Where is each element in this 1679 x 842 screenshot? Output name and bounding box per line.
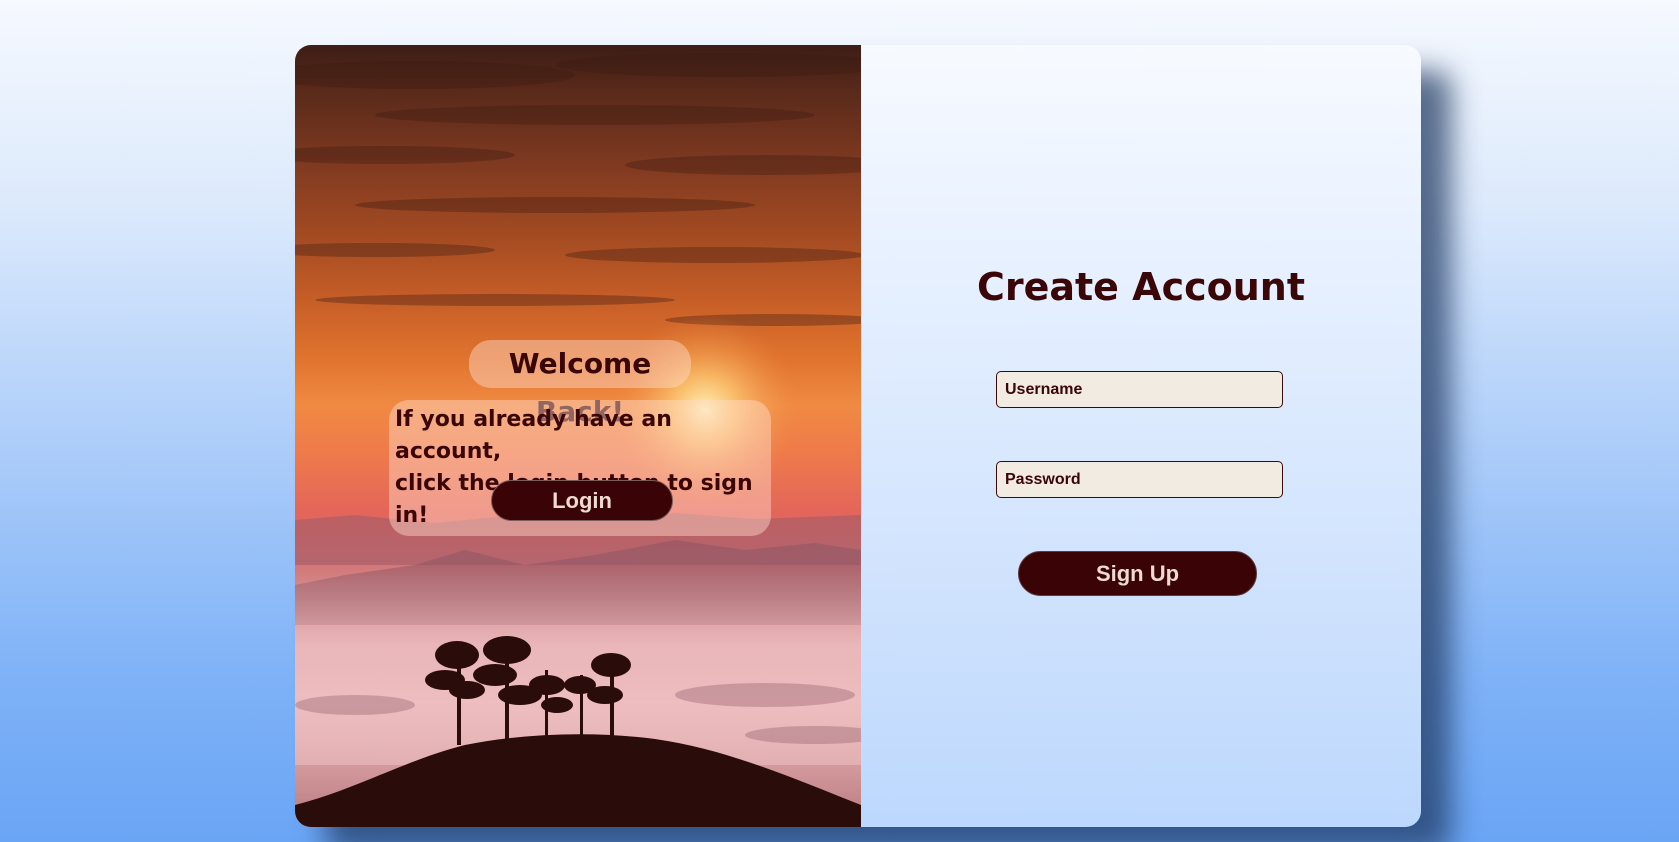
username-input[interactable] bbox=[996, 371, 1283, 408]
welcome-overlay: Welcome Back! If you already have an acc… bbox=[295, 45, 861, 827]
signup-panel: Create Account Sign Up bbox=[861, 45, 1421, 827]
sign-up-button[interactable]: Sign Up bbox=[1018, 551, 1257, 596]
create-account-heading: Create Account bbox=[976, 265, 1306, 309]
welcome-heading: Welcome Back! bbox=[469, 340, 691, 428]
welcome-message-line-1: If you already have an account, bbox=[395, 407, 672, 464]
login-button[interactable]: Login bbox=[491, 480, 673, 521]
password-input[interactable] bbox=[996, 461, 1283, 498]
auth-card: Welcome Back! If you already have an acc… bbox=[295, 45, 1421, 827]
login-panel: Welcome Back! If you already have an acc… bbox=[295, 45, 861, 827]
